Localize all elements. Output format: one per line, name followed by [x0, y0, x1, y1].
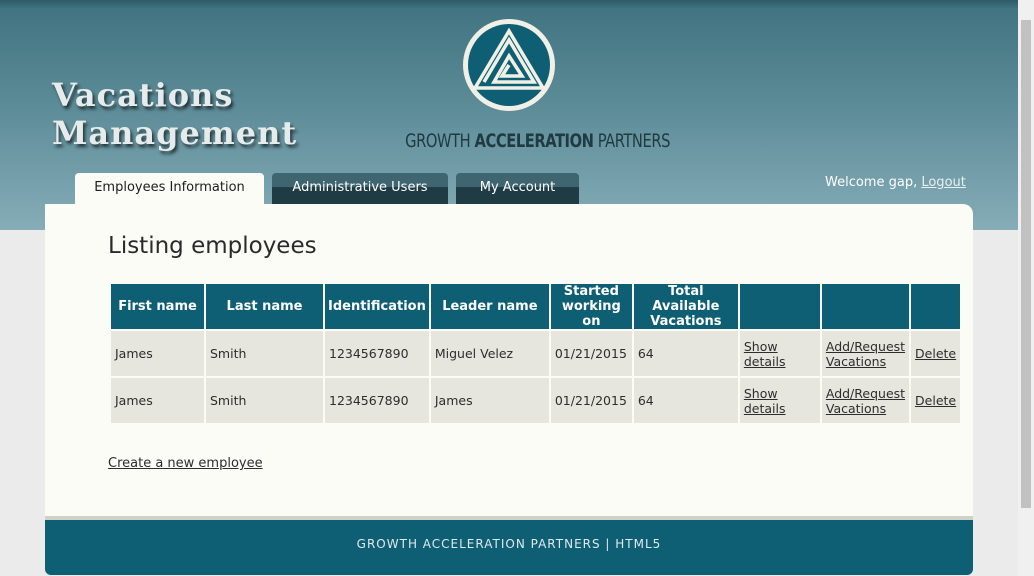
- tab-label: Administrative Users: [292, 180, 428, 195]
- logout-link[interactable]: Logout: [921, 175, 966, 190]
- column-header-identification: Identification: [325, 284, 429, 329]
- cell-add-request: Add/Request Vacations: [821, 331, 910, 376]
- company-name-part-3: PARTNERS: [593, 130, 671, 152]
- welcome-message: Welcome gap, Logout: [825, 174, 966, 192]
- column-header-first-name: First name: [111, 284, 204, 329]
- column-header-blank-1: [739, 284, 820, 329]
- cell-show-details: Show details: [739, 331, 820, 376]
- column-header-leader-name: Leader name: [430, 284, 549, 329]
- table-row: James Smith 1234567890 James 01/21/2015 …: [111, 378, 961, 423]
- cell-delete: Delete: [911, 378, 961, 423]
- cell-total-vacations: 64: [633, 331, 738, 376]
- cell-started-working-on: 01/21/2015: [550, 331, 632, 376]
- column-header-blank-3: [911, 284, 961, 329]
- cell-first-name: James: [111, 331, 204, 376]
- column-header-last-name: Last name: [206, 284, 323, 329]
- site-title: Vacations Management: [52, 76, 297, 152]
- site-title-line-1: Vacations: [52, 76, 234, 114]
- scrollbar-thumb[interactable]: [1021, 20, 1031, 508]
- cell-last-name: Smith: [206, 378, 323, 423]
- company-name-part-1: GROWTH: [405, 130, 475, 152]
- table-header-row: First name Last name Identification Lead…: [111, 284, 961, 329]
- create-new-employee-link[interactable]: Create a new employee: [108, 456, 263, 471]
- column-header-blank-2: [821, 284, 910, 329]
- footer-text: GROWTH ACCELERATION PARTNERS | HTML5: [356, 537, 662, 551]
- delete-link[interactable]: Delete: [915, 346, 956, 361]
- welcome-text: Welcome gap,: [825, 175, 918, 190]
- tab-administrative-users[interactable]: Administrative Users: [272, 173, 448, 204]
- employees-table: First name Last name Identification Lead…: [109, 282, 962, 425]
- cell-add-request: Add/Request Vacations: [821, 378, 910, 423]
- company-name-part-2: ACCELERATION: [474, 130, 594, 152]
- site-title-line-2: Management: [52, 114, 298, 152]
- cell-delete: Delete: [911, 331, 961, 376]
- column-header-started-working-on: Started working on: [550, 284, 632, 329]
- tab-employees-information[interactable]: Employees Information: [75, 173, 264, 204]
- cell-identification: 1234567890: [325, 378, 429, 423]
- header-top-band: [0, 0, 1018, 8]
- footer: GROWTH ACCELERATION PARTNERS | HTML5: [45, 520, 973, 575]
- cell-identification: 1234567890: [325, 331, 429, 376]
- tab-label: My Account: [479, 180, 556, 195]
- cell-started-working-on: 01/21/2015: [550, 378, 632, 423]
- triangle-spiral-logo-icon: [462, 18, 556, 112]
- cell-first-name: James: [111, 378, 204, 423]
- cell-total-vacations: 64: [633, 378, 738, 423]
- cell-leader-name: Miguel Velez: [430, 331, 549, 376]
- column-header-total-available-vacations: Total Available Vacations: [633, 284, 738, 329]
- show-details-link[interactable]: Show details: [744, 339, 786, 369]
- delete-link[interactable]: Delete: [915, 393, 956, 408]
- vertical-scrollbar[interactable]: [1018, 0, 1034, 576]
- tab-label: Employees Information: [94, 180, 245, 195]
- show-details-link[interactable]: Show details: [744, 386, 786, 416]
- add-request-vacations-link[interactable]: Add/Request Vacations: [826, 339, 905, 369]
- tab-my-account[interactable]: My Account: [456, 173, 579, 204]
- table-row: James Smith 1234567890 Miguel Velez 01/2…: [111, 331, 961, 376]
- page-title: Listing employees: [108, 233, 317, 259]
- cell-show-details: Show details: [739, 378, 820, 423]
- company-name: GROWTH ACCELERATION PARTNERS: [405, 128, 670, 154]
- cell-last-name: Smith: [206, 331, 323, 376]
- add-request-vacations-link[interactable]: Add/Request Vacations: [826, 386, 905, 416]
- cell-leader-name: James: [430, 378, 549, 423]
